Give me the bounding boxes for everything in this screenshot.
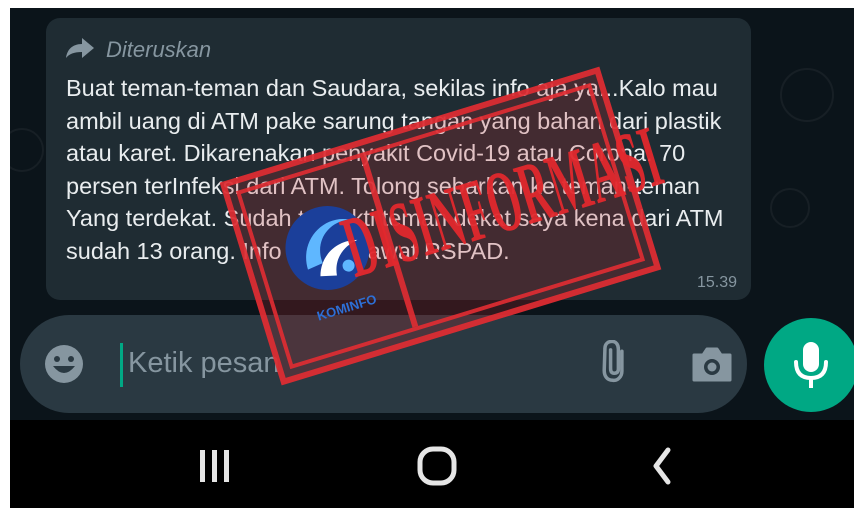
forwarded-label: Diteruskan — [106, 37, 212, 62]
home-button[interactable] — [408, 440, 468, 490]
system-navigation-bar — [10, 420, 854, 508]
camera-icon — [692, 347, 732, 382]
wallpaper-doodle — [10, 128, 44, 172]
forwarded-indicator: Diteruskan — [64, 36, 211, 64]
back-button[interactable] — [636, 440, 696, 490]
camera-button[interactable] — [688, 340, 736, 388]
voice-message-button[interactable] — [764, 318, 854, 412]
chat-screen: Diteruskan Buat teman-teman dan Saudara,… — [10, 8, 854, 508]
emoji-button[interactable] — [42, 342, 86, 386]
forward-icon — [64, 36, 96, 65]
recent-apps-icon — [200, 450, 229, 482]
mic-icon — [794, 342, 828, 388]
text-caret — [120, 343, 123, 387]
emoji-icon — [45, 345, 83, 383]
wallpaper-doodle — [780, 68, 834, 122]
wallpaper-doodle — [770, 188, 810, 228]
message-timestamp: 15.39 — [696, 274, 737, 291]
home-icon — [417, 446, 457, 486]
recent-apps-button[interactable] — [184, 440, 244, 490]
back-icon — [653, 447, 671, 485]
